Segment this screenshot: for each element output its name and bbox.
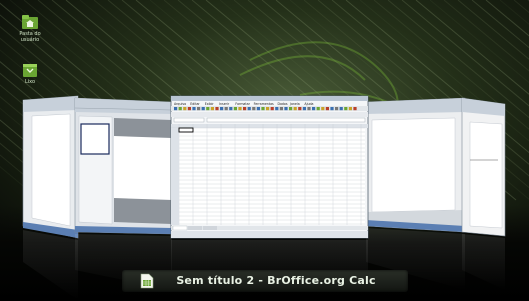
- toolbar-button-icon[interactable]: [348, 107, 352, 111]
- toolbar-button-icon[interactable]: [201, 107, 205, 111]
- toolbar-button-icon[interactable]: [233, 107, 237, 111]
- toolbar-button-icon[interactable]: [261, 107, 265, 111]
- toolbar-button-icon[interactable]: [353, 107, 357, 111]
- toolbar-button-icon[interactable]: [252, 107, 256, 111]
- toolbar-button-icon[interactable]: [266, 107, 270, 111]
- window-thumbnail-impress[interactable]: [74, 97, 173, 290]
- calc-menu-item[interactable]: Arquivo: [174, 102, 186, 106]
- toolbar-button-icon[interactable]: [215, 107, 219, 111]
- toolbar-button-icon[interactable]: [339, 107, 343, 111]
- toolbar-button-icon[interactable]: [344, 107, 348, 111]
- sheet-tab-2[interactable]: [188, 226, 202, 230]
- toolbar-button-icon[interactable]: [289, 107, 293, 111]
- toolbar-button-icon[interactable]: [174, 107, 178, 111]
- calc-menu-item[interactable]: Ajuda: [304, 102, 313, 106]
- toolbar-button-icon[interactable]: [187, 107, 191, 111]
- toolbar-button-icon[interactable]: [238, 107, 242, 111]
- window-thumbnail-writer-far-left[interactable]: [22, 95, 79, 300]
- calc-menu-item[interactable]: Janela: [289, 102, 300, 106]
- sheet-tab-1[interactable]: [172, 225, 188, 231]
- calc-menu-item[interactable]: Formatar: [235, 102, 250, 106]
- calc-menu-item[interactable]: Ferramentas: [254, 102, 274, 106]
- toolbar-button-icon[interactable]: [192, 107, 196, 111]
- toolbar-button-icon[interactable]: [330, 107, 334, 111]
- calc-menu-item[interactable]: Editar: [190, 102, 200, 106]
- toolbar-button-icon[interactable]: [210, 107, 214, 111]
- toolbar-button-icon[interactable]: [298, 107, 302, 111]
- calc-name-box[interactable]: [173, 117, 205, 123]
- toolbar-button-icon[interactable]: [312, 107, 316, 111]
- calc-menu-item[interactable]: Dados: [278, 102, 288, 106]
- toolbar-button-icon[interactable]: [275, 107, 279, 111]
- window-thumbnail-calc-active[interactable]: Arquivo Editar Exibir Inserir Formatar Ferram…: [170, 95, 369, 286]
- calc-formula-bar[interactable]: [206, 117, 366, 123]
- toolbar-button-icon[interactable]: [279, 107, 283, 111]
- toolbar-button-icon[interactable]: [206, 107, 210, 111]
- calc-menu-item[interactable]: Exibir: [205, 102, 215, 106]
- toolbar-button-icon[interactable]: [178, 107, 182, 111]
- toolbar-button-icon[interactable]: [183, 107, 187, 111]
- toolbar-button-icon[interactable]: [270, 107, 274, 111]
- window-thumbnail-writer-right[interactable]: [365, 97, 466, 290]
- toolbar-button-icon[interactable]: [325, 107, 329, 111]
- sheet-tab-3[interactable]: [203, 226, 217, 230]
- toolbar-button-icon[interactable]: [197, 107, 201, 111]
- toolbar-button-icon[interactable]: [247, 107, 251, 111]
- calc-menubar: Arquivo Editar Exibir Inserir Formatar Ferram…: [174, 102, 314, 106]
- toolbar-button-icon[interactable]: [284, 107, 288, 111]
- desktop-screen: Pasta do usuário Lixo Arquivo Editar Exi…: [0, 0, 529, 301]
- toolbar-button-icon[interactable]: [220, 107, 224, 111]
- toolbar-button-icon[interactable]: [229, 107, 233, 111]
- toolbar-button-icon[interactable]: [335, 107, 339, 111]
- calc-titlebar: [171, 96, 368, 101]
- toolbar-button-icon[interactable]: [316, 107, 320, 111]
- toolbar-button-icon[interactable]: [293, 107, 297, 111]
- window-switcher-label-bar: Sem título 2 - BrOffice.org Calc: [122, 270, 408, 292]
- toolbar-button-icon[interactable]: [224, 107, 228, 111]
- toolbar-button-icon[interactable]: [321, 107, 325, 111]
- toolbar-button-icon[interactable]: [243, 107, 247, 111]
- toolbar-button-icon[interactable]: [307, 107, 311, 111]
- active-window-title: Sem título 2 - BrOffice.org Calc: [176, 274, 376, 287]
- calc-menu-item[interactable]: Inserir: [219, 102, 230, 106]
- window-switcher-carousel: Arquivo Editar Exibir Inserir Formatar Ferram…: [22, 95, 506, 300]
- toolbar-button-icon[interactable]: [256, 107, 260, 111]
- window-thumbnail-writer-far-right[interactable]: [461, 97, 506, 290]
- toolbar-button-icon[interactable]: [302, 107, 306, 111]
